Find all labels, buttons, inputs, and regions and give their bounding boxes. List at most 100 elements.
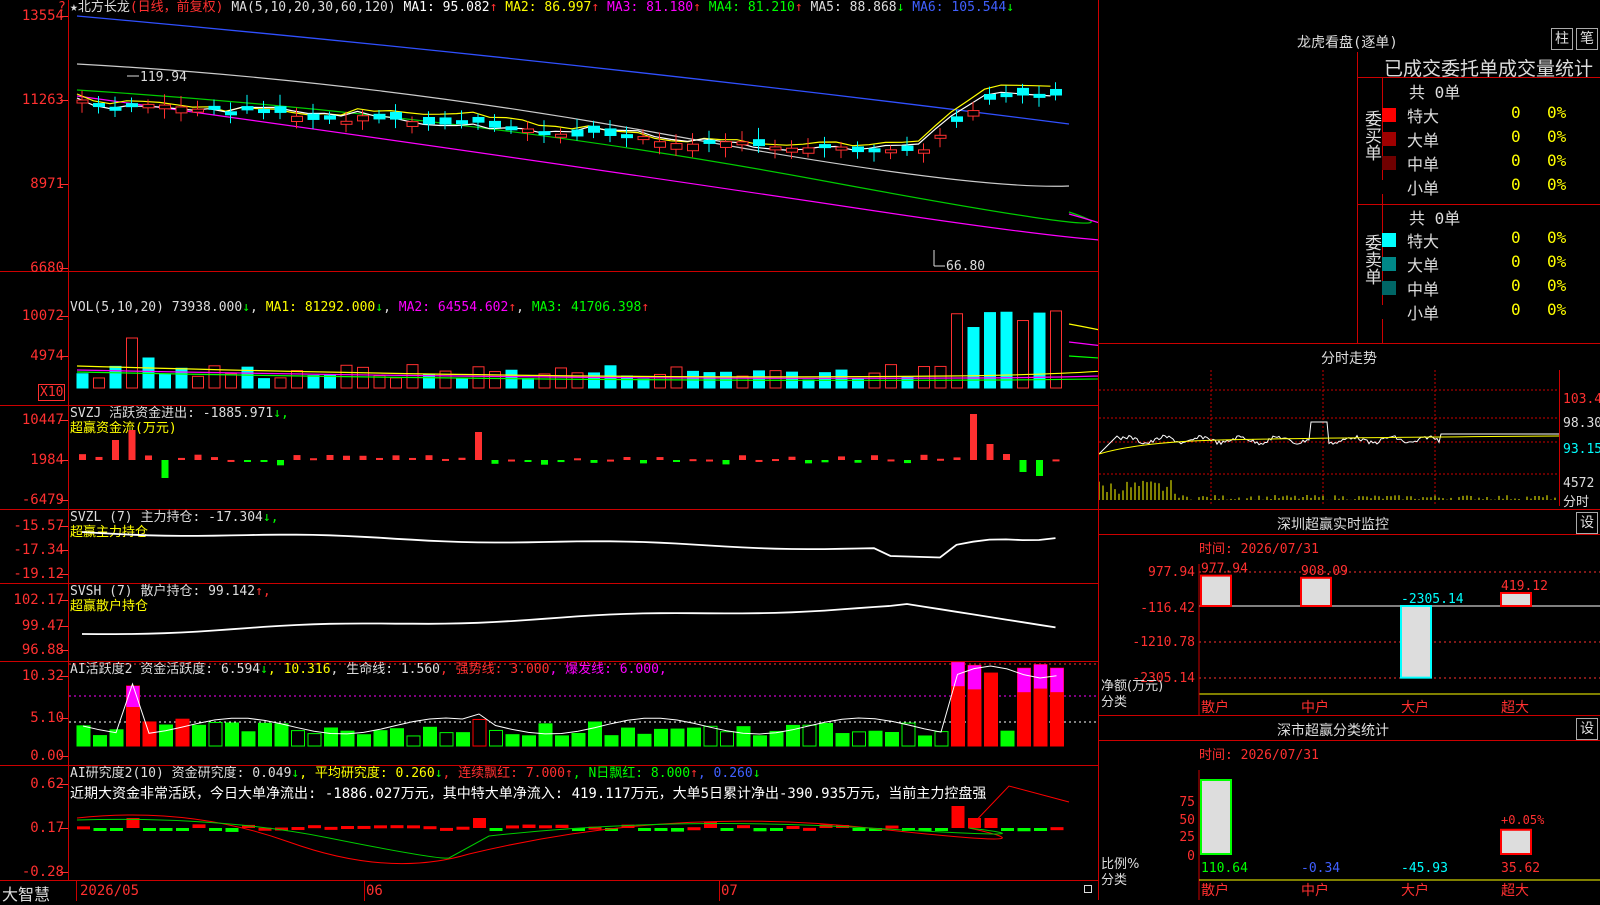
volume-bar xyxy=(901,376,914,389)
research-bar xyxy=(456,826,470,830)
monitor-chart[interactable]: 977.94 -116.42 -1210.78 -2305.14 977.94 散户 908… xyxy=(1099,534,1600,716)
intraday-panel[interactable]: 分时走势 103.4 98.30 93.15 4572 分时 xyxy=(1099,344,1600,510)
flow-bar xyxy=(227,459,235,462)
flow-bar xyxy=(788,456,796,460)
volume-bar xyxy=(406,364,419,389)
buy-side-label: 委买单 xyxy=(1361,110,1381,161)
volume-bar xyxy=(159,373,171,389)
flow-bar xyxy=(920,454,928,460)
research-bar xyxy=(704,822,717,828)
research-bar xyxy=(1050,827,1064,831)
candle xyxy=(654,141,666,148)
intraday-plot[interactable] xyxy=(1099,370,1559,506)
sell-row-label: 小单 xyxy=(1407,304,1440,323)
candle xyxy=(571,129,584,137)
candle xyxy=(340,120,353,125)
volume-pane[interactable]: 10072 4974 X10 VOL(5,10,20) 73938.000↓, … xyxy=(0,272,1098,406)
bar-value: 908.09 xyxy=(1301,564,1348,579)
svzl-pane[interactable]: -15.57 -17.34 -19.12 SVZL (7) 主力持仓: -17.… xyxy=(0,510,1098,584)
candlestick-plot[interactable]: 119.94 66.80 xyxy=(69,0,1098,272)
y-tick: 10072 xyxy=(0,308,68,324)
candle xyxy=(967,110,980,117)
svzl-plot[interactable] xyxy=(69,510,1098,584)
flow-bar xyxy=(755,459,763,462)
flow-bar xyxy=(1036,460,1043,476)
tick-mode-button[interactable]: 笔 xyxy=(1576,28,1598,50)
y-axis-title: 净额(万元) xyxy=(1101,679,1163,694)
flow-bar xyxy=(112,440,119,460)
sell-total: 共 0单 xyxy=(1409,209,1461,228)
volume-bar xyxy=(258,378,270,389)
research-bar xyxy=(308,825,321,829)
classify-settings-button[interactable]: 设 xyxy=(1576,718,1598,740)
price-pane[interactable]: 13554 11263 8971 6680 ? ★北方长龙(日线，前复权) MA… xyxy=(0,0,1098,276)
ai1-plot[interactable] xyxy=(69,662,1098,766)
research-bar xyxy=(192,824,206,828)
candle xyxy=(192,108,204,113)
bar-value: -0.34 xyxy=(1301,861,1340,876)
flow-bar xyxy=(425,455,433,460)
monitor-panel[interactable]: 深圳超赢实时监控 设 时间: 2026/07/31 977.94 -116.42-… xyxy=(1099,510,1600,716)
monitor-settings-button[interactable]: 设 xyxy=(1576,512,1598,534)
research-bar xyxy=(506,825,519,829)
volume-bar xyxy=(555,367,567,389)
buy-row-swatch xyxy=(1382,108,1396,122)
flow-bar xyxy=(1052,459,1060,462)
flow-bar xyxy=(706,459,713,462)
flow-bar xyxy=(590,460,598,463)
ai2-plot[interactable] xyxy=(69,766,1098,880)
activity-bar xyxy=(984,672,998,747)
volume-bar xyxy=(76,373,89,389)
activity-bar-top xyxy=(1050,668,1064,693)
bar-mode-button[interactable]: 柱 xyxy=(1551,28,1573,50)
category-label: 中户 xyxy=(1301,699,1329,716)
activity-bar xyxy=(76,725,91,747)
svsh-pane[interactable]: 102.17 99.47 96.88 SVSH (7) 散户持仓: 99.142… xyxy=(0,584,1098,662)
activity-bar xyxy=(571,732,586,747)
candle xyxy=(241,106,254,111)
classify-panel[interactable]: 深市超赢分类统计 设 时间: 2026/07/31 75 50 25 0 110.64 散… xyxy=(1099,716,1600,900)
volume-plot[interactable] xyxy=(69,272,1098,406)
y-tick: -19.12 xyxy=(0,566,68,582)
candle xyxy=(522,128,534,134)
activity-bar xyxy=(588,721,602,747)
candle xyxy=(604,128,617,136)
svzj-pane[interactable]: 10447 1984 -6479 SVZJ 活跃资金进出: -1885.971↓… xyxy=(0,406,1098,510)
activity-bar xyxy=(819,722,833,747)
flow-bar xyxy=(673,460,680,462)
buy-row-label: 特大 xyxy=(1407,107,1440,126)
y-tick: -116.42 xyxy=(1140,601,1195,616)
y-tick: 1984 xyxy=(0,452,68,468)
y-tick: 103.4 xyxy=(1563,392,1600,407)
flow-bar xyxy=(211,457,218,460)
volume-bar xyxy=(984,312,996,389)
flow-bar xyxy=(458,457,466,460)
candle xyxy=(324,115,336,120)
low-label: 66.80 xyxy=(946,259,985,272)
research-bar xyxy=(440,827,453,831)
classify-chart[interactable]: 75 50 25 0 110.64 散户 -0.34 中户 -45.93 大户 35.62 超大 +0.… xyxy=(1099,740,1600,900)
activity-bar xyxy=(324,727,338,747)
y-tick: 4974 xyxy=(0,348,68,364)
volume-bar xyxy=(390,377,402,389)
research-bar xyxy=(390,825,404,829)
volume-bar xyxy=(192,375,204,389)
activity-bar xyxy=(637,733,652,747)
flow-bar xyxy=(805,460,812,464)
volume-bar xyxy=(522,378,534,389)
svzj-plot[interactable] xyxy=(69,406,1098,510)
volume-bar xyxy=(802,379,815,389)
y-tick: 0.62 xyxy=(0,776,68,792)
ai-research-pane[interactable]: 0.62 0.17 -0.28 AI研究度2(10) 资金研究度: 0.049↓… xyxy=(0,766,1098,880)
category-label: 大户 xyxy=(1401,699,1429,716)
candle xyxy=(934,134,947,139)
candle xyxy=(472,116,485,123)
flow-bar xyxy=(194,454,202,460)
sell-row-swatch xyxy=(1382,233,1396,247)
ai-activity-pane[interactable]: 10.32 5.10 0.00 AI活跃度2 资金活跃度: 6.594↓, 10… xyxy=(0,662,1098,766)
chart-area[interactable]: 13554 11263 8971 6680 ? ★北方长龙(日线，前复权) MA… xyxy=(0,0,1098,904)
flow-bar xyxy=(442,458,449,461)
lock-icon[interactable] xyxy=(1084,885,1092,893)
research-bar xyxy=(225,828,239,832)
svsh-plot[interactable] xyxy=(69,584,1098,662)
